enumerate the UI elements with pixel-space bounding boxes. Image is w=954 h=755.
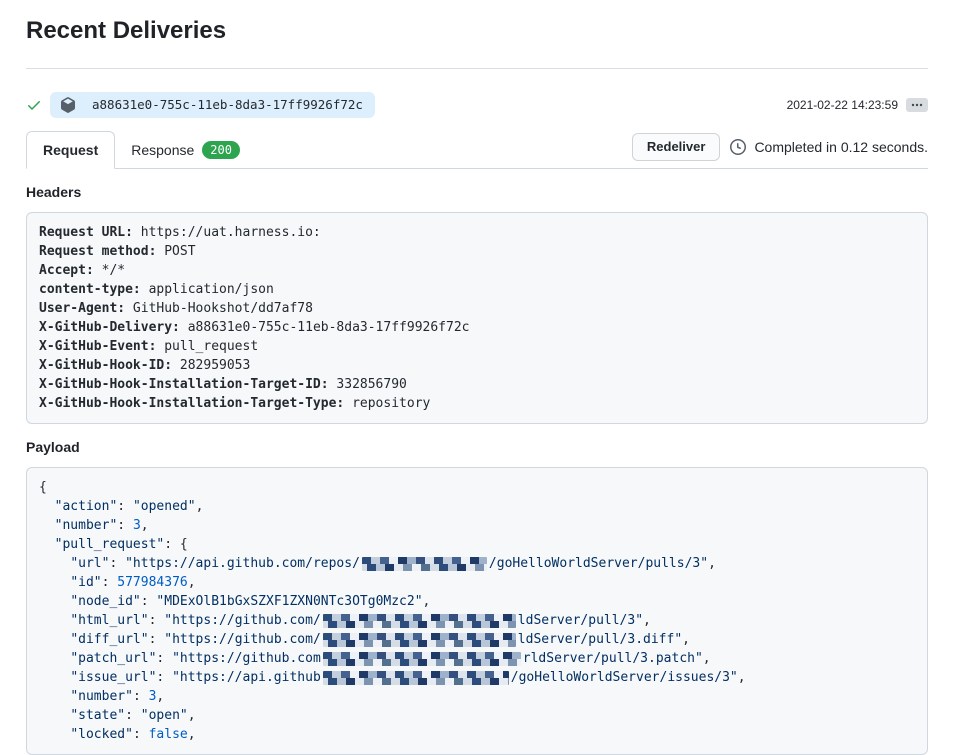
tab-request[interactable]: Request xyxy=(26,131,115,169)
payload-line: "node_id": "MDExOlB1bGxSZXF1ZXN0NTc3OTg0… xyxy=(39,592,915,611)
payload-line: "pull_request": { xyxy=(39,535,915,554)
header-entry: content-type: application/json xyxy=(39,280,915,299)
payload-section-title: Payload xyxy=(26,437,928,458)
header-entry: Request URL: https://uat.harness.io: xyxy=(39,223,915,242)
payload-code-block: { "action": "opened", "number": 3, "pull… xyxy=(26,467,928,755)
kebab-menu-button[interactable] xyxy=(906,98,928,112)
completed-text: Completed in 0.12 seconds. xyxy=(754,139,928,155)
delivery-guid: a88631e0-755c-11eb-8da3-17ff9926f72c xyxy=(92,97,363,112)
header-entry: X-GitHub-Hook-Installation-Target-Type: … xyxy=(39,394,915,413)
payload-line: "issue_url": "https://api.github/goHello… xyxy=(39,668,915,687)
payload-line: "patch_url": "https://github.comrldServe… xyxy=(39,649,915,668)
clock-icon xyxy=(730,139,746,155)
payload-line: "locked": false, xyxy=(39,725,915,744)
tab-request-label: Request xyxy=(43,140,98,160)
response-status-badge: 200 xyxy=(202,141,240,159)
request-response-tabbar: Request Response 200 Redeliver Completed… xyxy=(26,131,928,169)
page-title: Recent Deliveries xyxy=(26,18,928,44)
payload-line: "state": "open", xyxy=(39,706,915,725)
tabbar-right-group: Redeliver Completed in 0.12 seconds. xyxy=(632,133,928,167)
payload-line: "url": "https://api.github.com/repos//go… xyxy=(39,554,915,573)
header-entry: X-GitHub-Hook-Installation-Target-ID: 33… xyxy=(39,375,915,394)
title-divider xyxy=(26,68,928,69)
check-icon xyxy=(26,97,42,113)
header-entry: Request method: POST xyxy=(39,242,915,261)
recent-deliveries-page: Recent Deliveries a88631e0-755c-11eb-8da… xyxy=(0,0,954,755)
payload-line: "diff_url": "https://github.com/ldServer… xyxy=(39,630,915,649)
headers-code-block: Request URL: https://uat.harness.io:Requ… xyxy=(26,212,928,424)
redacted-text xyxy=(323,614,516,628)
tab-response-label: Response xyxy=(131,140,194,160)
header-entry: Accept: */* xyxy=(39,261,915,280)
delivery-row: a88631e0-755c-11eb-8da3-17ff9926f72c 202… xyxy=(26,91,928,118)
header-entry: User-Agent: GitHub-Hookshot/dd7af78 xyxy=(39,299,915,318)
delivery-guid-button[interactable]: a88631e0-755c-11eb-8da3-17ff9926f72c xyxy=(50,92,375,118)
redacted-text xyxy=(323,671,509,685)
payload-line: "action": "opened", xyxy=(39,497,915,516)
tab-response[interactable]: Response 200 xyxy=(115,132,256,168)
payload-line: "html_url": "https://github.com/ldServer… xyxy=(39,611,915,630)
redacted-text xyxy=(362,557,487,571)
redacted-text xyxy=(323,652,521,666)
header-entry: X-GitHub-Delivery: a88631e0-755c-11eb-8d… xyxy=(39,318,915,337)
header-entry: X-GitHub-Event: pull_request xyxy=(39,337,915,356)
redeliver-button[interactable]: Redeliver xyxy=(632,133,721,161)
payload-line: { xyxy=(39,478,915,497)
package-icon xyxy=(60,97,76,113)
kebab-horizontal-icon xyxy=(911,103,923,107)
header-entry: X-GitHub-Hook-ID: 282959053 xyxy=(39,356,915,375)
delivery-timestamp: 2021-02-22 14:23:59 xyxy=(787,98,898,112)
payload-line: "number": 3, xyxy=(39,687,915,706)
payload-line: "id": 577984376, xyxy=(39,573,915,592)
payload-line: "number": 3, xyxy=(39,516,915,535)
redacted-text xyxy=(323,633,516,647)
completed-group: Completed in 0.12 seconds. xyxy=(730,139,928,155)
headers-section-title: Headers xyxy=(26,182,928,203)
